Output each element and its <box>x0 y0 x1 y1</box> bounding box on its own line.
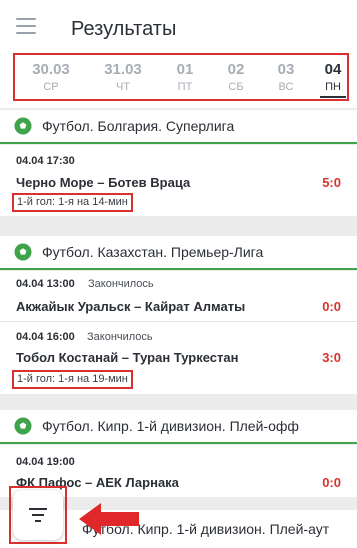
date-item-01[interactable]: 01 ПТ <box>170 61 200 94</box>
match-score: 0:0 <box>322 475 341 490</box>
match-teams: Черно Море – Ботев Враца <box>16 175 191 190</box>
football-icon <box>14 243 32 261</box>
first-goal-note: 1-й гол: 1-я на 14-мин <box>12 193 133 212</box>
date-weekday: ПН <box>325 81 341 93</box>
date-weekday: СБ <box>228 80 244 93</box>
date-weekday: ВС <box>278 80 294 93</box>
match-score: 5:0 <box>322 175 341 190</box>
date-item-04-selected[interactable]: 04 ПН <box>320 61 346 98</box>
arrow-left-icon <box>79 503 139 535</box>
match-teams: Тобол Костанай – Туран Туркестан <box>16 350 239 365</box>
match-teams: Акжайык Уральск – Кайрат Алматы <box>16 299 246 314</box>
league-header[interactable]: Футбол. Болгария. Суперлига <box>0 110 357 144</box>
match-status: Закончилось <box>88 278 154 290</box>
football-icon <box>14 117 32 135</box>
league-header[interactable]: Футбол. Казахстан. Премьер-Лига <box>0 236 357 270</box>
date-item-30-03[interactable]: 30.03 СР <box>29 61 73 94</box>
date-weekday: ПТ <box>177 80 193 93</box>
date-item-31-03[interactable]: 31.03 ЧТ <box>101 61 145 94</box>
match-status: Закончилось <box>87 331 153 343</box>
filter-icon <box>29 508 47 522</box>
date-number: 31.03 <box>104 60 142 78</box>
league-name: Футбол. Кипр. 1-й дивизион. Плей-офф <box>42 418 299 434</box>
date-strip: 30.03 СР 31.03 ЧТ 01 ПТ 02 СБ 03 ВС 04 П… <box>13 53 349 101</box>
league-header[interactable]: Футбол. Кипр. 1-й дивизион. Плей-офф <box>0 410 357 444</box>
match-score: 3:0 <box>322 350 341 365</box>
match-time: 04.04 13:00 <box>16 278 75 290</box>
date-item-02[interactable]: 02 СБ <box>221 61 251 94</box>
match-row[interactable]: 04.04 16:00 Закончилось Тобол Костанай –… <box>0 322 357 394</box>
date-number: 04 <box>324 61 342 78</box>
match-row[interactable]: 04.04 17:30 Черно Море – Ботев Враца 5:0… <box>0 145 357 216</box>
match-time: 04.04 19:00 <box>16 456 75 468</box>
top-bar: Результаты 30.03 СР 31.03 ЧТ 01 ПТ 02 СБ… <box>0 0 357 108</box>
match-row[interactable]: 04.04 13:00 Закончилось Акжайык Уральск … <box>0 271 357 321</box>
first-goal-note: 1-й гол: 1-я на 19-мин <box>12 370 133 389</box>
date-number: 01 <box>176 60 194 78</box>
date-weekday: ЧТ <box>115 80 131 93</box>
league-name: Футбол. Болгария. Суперлига <box>42 118 235 134</box>
date-weekday: СР <box>43 80 59 93</box>
league-name: Футбол. Казахстан. Премьер-Лига <box>42 244 264 260</box>
filter-button[interactable] <box>13 490 63 540</box>
football-icon <box>14 417 32 435</box>
date-number: 03 <box>277 60 295 78</box>
menu-icon[interactable] <box>16 18 36 36</box>
date-item-03[interactable]: 03 ВС <box>271 61 301 94</box>
match-time: 04.04 17:30 <box>16 155 75 167</box>
match-score: 0:0 <box>322 299 341 314</box>
match-time: 04.04 16:00 <box>16 331 75 343</box>
page-title: Результаты <box>71 18 177 40</box>
date-number: 30.03 <box>32 60 70 78</box>
date-number: 02 <box>227 60 245 78</box>
